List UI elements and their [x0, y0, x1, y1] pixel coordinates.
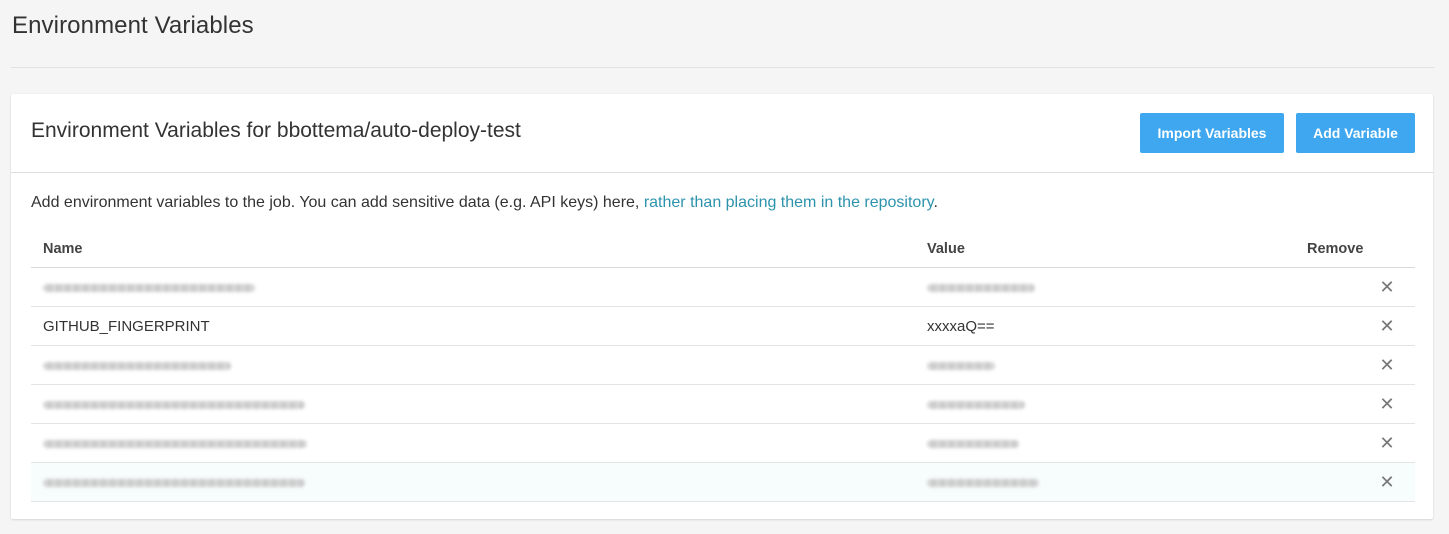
remove-cell: ✕: [1307, 462, 1415, 502]
description-text: Add environment variables to the job. Yo…: [31, 194, 644, 211]
close-icon[interactable]: ✕: [1371, 278, 1403, 296]
column-header-value: Value: [927, 230, 1307, 268]
variable-value-cell: [927, 423, 1307, 463]
table-header-row: Name Value Remove: [31, 230, 1415, 268]
redacted-value: [927, 478, 1039, 487]
column-header-name: Name: [31, 230, 927, 268]
env-variables-card: Environment Variables for bbottema/auto-…: [11, 94, 1433, 519]
redacted-name: [43, 478, 305, 487]
redacted-value: [927, 283, 1035, 292]
import-variables-button[interactable]: Import Variables: [1140, 113, 1284, 153]
variable-value-cell: [927, 267, 1307, 307]
add-variable-button[interactable]: Add Variable: [1296, 113, 1415, 153]
variable-name-cell: [31, 345, 927, 385]
redacted-value: [927, 439, 1019, 448]
variable-name-cell: [31, 462, 927, 502]
table-row: ✕: [31, 423, 1415, 463]
close-icon[interactable]: ✕: [1371, 317, 1403, 335]
column-header-remove: Remove: [1307, 230, 1415, 268]
close-icon[interactable]: ✕: [1371, 473, 1403, 491]
page-title: Environment Variables: [12, 12, 254, 39]
table-row: ✕: [31, 267, 1415, 307]
variable-name-cell: [31, 267, 927, 307]
variable-name-cell: GITHUB_FINGERPRINT: [31, 306, 927, 346]
card-header: Environment Variables for bbottema/auto-…: [11, 94, 1433, 173]
close-icon[interactable]: ✕: [1371, 395, 1403, 413]
repository-link[interactable]: rather than placing them in the reposito…: [644, 194, 934, 211]
title-divider: [11, 67, 1434, 68]
variable-name-cell: [31, 423, 927, 463]
redacted-value: [927, 400, 1025, 409]
redacted-name: [43, 283, 255, 292]
redacted-name: [43, 361, 231, 370]
table-row: ✕: [31, 462, 1415, 502]
redacted-value: [927, 361, 995, 370]
variable-value-cell: [927, 462, 1307, 502]
close-icon[interactable]: ✕: [1371, 356, 1403, 374]
close-icon[interactable]: ✕: [1371, 434, 1403, 452]
remove-cell: ✕: [1307, 423, 1415, 463]
remove-cell: ✕: [1307, 267, 1415, 307]
remove-cell: ✕: [1307, 306, 1415, 346]
table-row: ✕: [31, 384, 1415, 424]
table-row: GITHUB_FINGERPRINT xxxxaQ== ✕: [31, 306, 1415, 346]
variables-table: Name Value Remove ✕ GITHUB_FINGERPRINT x…: [31, 230, 1415, 502]
card-title: Environment Variables for bbottema/auto-…: [31, 119, 521, 142]
description-end: .: [933, 194, 938, 211]
description: Add environment variables to the job. Yo…: [31, 194, 938, 212]
variable-value-cell: xxxxaQ==: [927, 306, 1307, 346]
redacted-name: [43, 439, 307, 448]
variable-value-cell: [927, 345, 1307, 385]
table-row: ✕: [31, 345, 1415, 385]
variable-name-cell: [31, 384, 927, 424]
redacted-name: [43, 400, 305, 409]
remove-cell: ✕: [1307, 345, 1415, 385]
variable-value-cell: [927, 384, 1307, 424]
remove-cell: ✕: [1307, 384, 1415, 424]
